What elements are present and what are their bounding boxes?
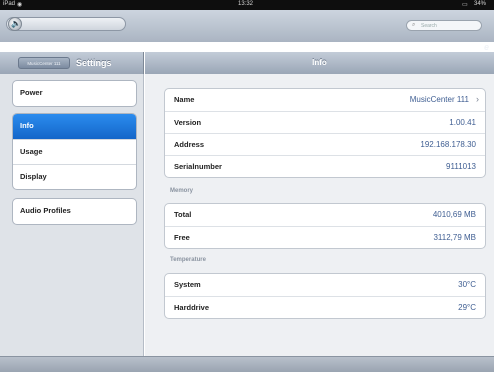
back-button[interactable]: MusicCenter 111 bbox=[18, 57, 70, 69]
temperature-row-harddrive: Harddrive 29°C bbox=[165, 296, 485, 318]
info-row-name[interactable]: Name MusicCenter 111 › bbox=[165, 89, 485, 111]
row-label: Free bbox=[174, 233, 190, 242]
row-label: Serialnumber bbox=[174, 162, 222, 171]
battery-icon: ▭ bbox=[462, 2, 468, 8]
row-value: 4010,69 MB bbox=[432, 210, 476, 219]
row-value: 3112,79 MB bbox=[433, 233, 476, 242]
chevron-right-icon: › bbox=[476, 94, 479, 104]
wifi-icon: ◉ bbox=[17, 2, 23, 8]
menu-item-info[interactable]: Info bbox=[13, 114, 136, 139]
menu-group-audio: Audio Profiles bbox=[12, 198, 137, 225]
menu-item-audio-profiles[interactable]: Audio Profiles bbox=[13, 199, 136, 224]
info-row-serialnumber: Serialnumber 9111013 bbox=[165, 155, 485, 177]
edge-indicator-icon: e bbox=[484, 42, 490, 52]
bottom-bar bbox=[0, 356, 494, 372]
memory-row-total: Total 4010,69 MB bbox=[165, 204, 485, 226]
info-title: Info bbox=[312, 58, 327, 67]
menu-item-power[interactable]: Power bbox=[13, 81, 136, 106]
menu-item-display[interactable]: Display bbox=[13, 164, 136, 189]
section-label-temperature: Temperature bbox=[170, 257, 206, 263]
row-value: 29°C bbox=[458, 303, 476, 312]
row-value: MusicCenter 111 bbox=[409, 95, 469, 104]
row-label: Total bbox=[174, 210, 192, 219]
section-label-memory: Memory bbox=[170, 188, 194, 194]
carrier-label: iPad bbox=[3, 1, 16, 7]
settings-title: Settings bbox=[76, 58, 112, 68]
temperature-row-system: System 30°C bbox=[165, 274, 485, 296]
row-label: Address bbox=[174, 140, 205, 149]
search-icon: ⌕ bbox=[412, 22, 416, 28]
info-row-address: Address 192.168.178.30 bbox=[165, 133, 485, 155]
menu-group-device: Info Usage Display bbox=[12, 113, 137, 190]
memory-group: Total 4010,69 MB Free 3112,79 MB bbox=[164, 203, 486, 249]
clock: 13:32 bbox=[238, 1, 254, 7]
volume-slider[interactable] bbox=[6, 17, 126, 31]
memory-row-free: Free 3112,79 MB bbox=[165, 226, 485, 248]
row-value: 1.00.41 bbox=[449, 118, 476, 127]
speaker-icon: 🔈 bbox=[11, 19, 21, 28]
search-placeholder: Search bbox=[421, 23, 437, 29]
menu-group-power: Power bbox=[12, 80, 137, 107]
info-row-version: Version 1.00.41 bbox=[165, 111, 485, 133]
status-bar: iPad ◉ 13:32 ▭ 34% bbox=[0, 0, 494, 10]
temperature-group: System 30°C Harddrive 29°C bbox=[164, 273, 486, 319]
row-label: Harddrive bbox=[174, 303, 210, 312]
battery-percent: 34% bbox=[474, 1, 487, 7]
menu-item-usage[interactable]: Usage bbox=[13, 139, 136, 164]
row-value: 192.168.178.30 bbox=[420, 140, 476, 149]
row-label: Name bbox=[174, 95, 195, 104]
row-value: 30°C bbox=[458, 280, 476, 289]
row-value: 9111013 bbox=[446, 162, 476, 171]
search-input[interactable]: ⌕ Search bbox=[406, 20, 482, 31]
info-group: Name MusicCenter 111 › Version 1.00.41 A… bbox=[164, 88, 486, 178]
row-label: System bbox=[174, 280, 201, 289]
row-label: Version bbox=[174, 118, 202, 127]
